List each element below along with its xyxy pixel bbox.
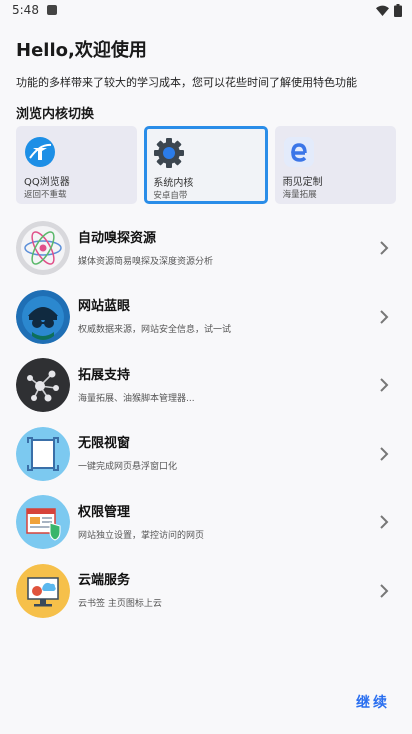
wifi-icon xyxy=(376,5,389,16)
feature-name: 网站蓝眼 xyxy=(78,299,131,315)
atom-icon xyxy=(16,221,70,276)
feature-name: 无限视窗 xyxy=(78,436,131,452)
feature-list: 自动嗅探资源 媒体资源简易嗅探及深度资源分析 网站蓝眼 权威数据来源，网站安全信… xyxy=(16,214,396,625)
feature-desc: 权威数据来源，网站安全信息，试一试 xyxy=(78,325,232,336)
kernel-option-custom[interactable]: 雨见定制 海量拓展 xyxy=(274,126,396,204)
kernel-option-qq[interactable]: QQ浏览器 返回不重载 xyxy=(16,126,138,204)
kernel-option-desc: 安卓自带 xyxy=(153,191,188,201)
feature-item-cloud[interactable]: 云端服务 云书签 主页图标上云 xyxy=(16,557,396,626)
kernel-option-system[interactable]: 系统内核 安卓自带 xyxy=(144,126,268,204)
feature-item-permissions[interactable]: 权限管理 网站独立设置，掌控访问的网页 xyxy=(16,488,396,557)
feature-desc: 一键完成网页悬浮窗口化 xyxy=(78,462,178,473)
chevron-right-icon xyxy=(380,447,389,461)
chevron-right-icon xyxy=(380,378,389,392)
kernel-option-name: 雨见定制 xyxy=(282,177,323,188)
feature-item-blue-eye[interactable]: 网站蓝眼 权威数据来源，网站安全信息，试一试 xyxy=(16,283,396,352)
spy-icon xyxy=(16,289,70,344)
chevron-right-icon xyxy=(380,515,389,529)
kernel-option-name: 系统内核 xyxy=(153,178,194,189)
feature-desc: 网站独立设置，掌控访问的网页 xyxy=(78,530,205,541)
feature-item-window[interactable]: 无限视窗 一键完成网页悬浮窗口化 xyxy=(16,420,396,489)
page-title: Hello,欢迎使用 xyxy=(16,40,147,61)
notification-icon xyxy=(46,5,57,15)
chevron-right-icon xyxy=(380,584,389,598)
kernel-option-desc: 返回不重载 xyxy=(24,190,67,200)
chevron-right-icon xyxy=(380,241,389,255)
window-icon xyxy=(16,426,70,481)
chevron-right-icon xyxy=(380,310,389,324)
network-icon xyxy=(16,358,70,413)
cloud-monitor-icon xyxy=(16,563,70,618)
status-bar: 5:48 xyxy=(0,0,412,20)
status-time: 5:48 xyxy=(12,3,39,17)
battery-icon xyxy=(394,3,402,17)
feature-name: 权限管理 xyxy=(78,504,131,520)
feature-name: 拓展支持 xyxy=(78,367,131,383)
kernel-options: QQ浏览器 返回不重载 系统内核 安卓自带 雨见定制 海量拓展 xyxy=(16,126,396,204)
kernel-option-name: QQ浏览器 xyxy=(24,177,70,188)
kernel-section-title: 浏览内核切换 xyxy=(16,107,95,122)
feature-desc: 云书签 主页图标上云 xyxy=(78,599,162,610)
shield-browser-icon xyxy=(16,495,70,550)
gear-icon xyxy=(154,138,185,168)
feature-item-extensions[interactable]: 拓展支持 海量拓展、油猴脚本管理器... xyxy=(16,351,396,420)
feature-desc: 媒体资源简易嗅探及深度资源分析 xyxy=(78,256,214,267)
feature-name: 云端服务 xyxy=(78,573,131,589)
continue-button[interactable]: 继续 xyxy=(356,692,390,712)
feature-item-sniff[interactable]: 自动嗅探资源 媒体资源简易嗅探及深度资源分析 xyxy=(16,214,396,283)
page-subtitle: 功能的多样带来了较大的学习成本，您可以花些时间了解使用特色功能 xyxy=(16,76,357,89)
qq-browser-icon xyxy=(25,137,55,167)
feature-desc: 海量拓展、油猴脚本管理器... xyxy=(78,393,195,404)
feature-name: 自动嗅探资源 xyxy=(78,230,157,246)
e-browser-icon xyxy=(283,137,314,167)
kernel-option-desc: 海量拓展 xyxy=(282,190,317,200)
